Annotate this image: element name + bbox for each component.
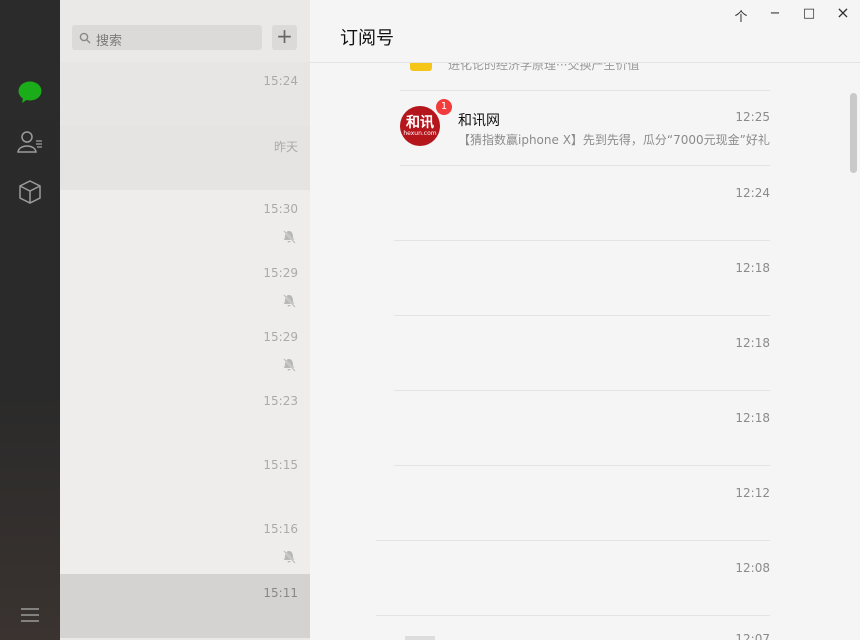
subscription-avatar xyxy=(410,63,432,71)
mute-icon xyxy=(283,550,296,564)
subscription-avatar xyxy=(405,636,435,640)
chat-time: 15:30 xyxy=(263,202,298,216)
chat-time: 15:29 xyxy=(263,330,298,344)
subscription-time: 12:25 xyxy=(735,110,770,124)
chat-time: 15:15 xyxy=(263,458,298,472)
subscription-item-partial[interactable]: 进化论的经济学原理···交换产生价值 xyxy=(400,63,770,91)
add-chat-button[interactable]: + xyxy=(272,25,297,50)
chat-list-item[interactable]: 昨天 xyxy=(60,126,310,190)
scrollbar-thumb[interactable] xyxy=(850,93,857,173)
subscription-time: 12:08 xyxy=(735,561,770,575)
subscription-item[interactable]: 12:18 xyxy=(394,391,770,466)
left-nav xyxy=(0,0,60,640)
chat-list-item-selected[interactable]: 15:11 xyxy=(60,574,310,638)
contacts-icon[interactable] xyxy=(17,129,43,155)
mute-icon xyxy=(283,294,296,308)
maximize-button[interactable]: □ xyxy=(800,6,818,21)
subscription-preview: 【猜指数赢iphone X】先到先得，瓜分“7000元现金”好礼 xyxy=(458,133,770,147)
chat-list-item[interactable]: 15:16 xyxy=(60,510,310,574)
subscription-time: 12:12 xyxy=(735,486,770,500)
subscription-item[interactable]: 12:18 xyxy=(394,241,770,316)
chat-list-item[interactable]: 15:23 xyxy=(60,382,310,446)
pin-button[interactable]: 个 xyxy=(732,6,750,25)
chat-time: 15:24 xyxy=(263,74,298,88)
subscription-time: 12:24 xyxy=(735,186,770,200)
mute-icon xyxy=(283,358,296,372)
page-title: 订阅号 xyxy=(340,28,394,49)
subscription-item[interactable]: 12:12 xyxy=(376,466,770,541)
subscription-time: 12:07 xyxy=(735,632,770,640)
chat-time: 昨天 xyxy=(273,140,298,154)
hexun-avatar: 和讯 hexun.com xyxy=(400,106,440,146)
subscription-item[interactable]: 12:18 xyxy=(394,316,770,391)
mute-icon xyxy=(283,230,296,244)
menu-icon[interactable] xyxy=(17,602,43,628)
logo-subtext: hexun.com xyxy=(403,130,437,137)
chat-time: 15:23 xyxy=(263,394,298,408)
search-placeholder: 搜索 xyxy=(96,34,123,49)
close-button[interactable]: × xyxy=(834,3,852,22)
subscription-time: 12:18 xyxy=(735,261,770,275)
subscription-item-partial[interactable]: 12:07 xyxy=(400,616,770,640)
minimize-button[interactable]: − xyxy=(766,6,784,21)
chat-time: 15:29 xyxy=(263,266,298,280)
chat-list-item[interactable]: 15:15 xyxy=(60,446,310,510)
subscriptions-panel: 个 − □ × 订阅号 进化论的经济学原理···交换产生价值 和讯 hexun.… xyxy=(310,0,860,640)
subscription-item[interactable]: 12:24 xyxy=(394,166,770,241)
search-icon xyxy=(79,32,91,44)
subscription-name: 和讯网 xyxy=(458,113,500,129)
favorites-icon[interactable] xyxy=(17,179,43,205)
chat-icon[interactable] xyxy=(17,79,43,105)
chat-list-item[interactable]: 15:30 xyxy=(60,190,310,254)
search-input[interactable]: 搜索 xyxy=(72,25,262,50)
chat-time: 15:11 xyxy=(263,586,298,600)
subscription-item[interactable]: 12:08 xyxy=(376,541,770,616)
subscription-item[interactable]: 和讯 hexun.com 1 和讯网 12:25 【猜指数赢iphone X】先… xyxy=(400,91,770,166)
subscription-time: 12:18 xyxy=(735,411,770,425)
logo-text: 和讯 xyxy=(406,115,434,131)
chat-time: 15:16 xyxy=(263,522,298,536)
chat-list-panel: 搜索 + 15:24 昨天 15:30 15:29 15:29 15:23 15… xyxy=(60,0,310,640)
unread-badge: 1 xyxy=(436,99,452,115)
chat-list-item[interactable]: 15:24 xyxy=(60,62,310,126)
chat-list-item[interactable]: 15:29 xyxy=(60,318,310,382)
subscription-time: 12:18 xyxy=(735,336,770,350)
subscription-preview: 进化论的经济学原理···交换产生价值 xyxy=(448,63,640,72)
chat-list-item[interactable]: 15:29 xyxy=(60,254,310,318)
